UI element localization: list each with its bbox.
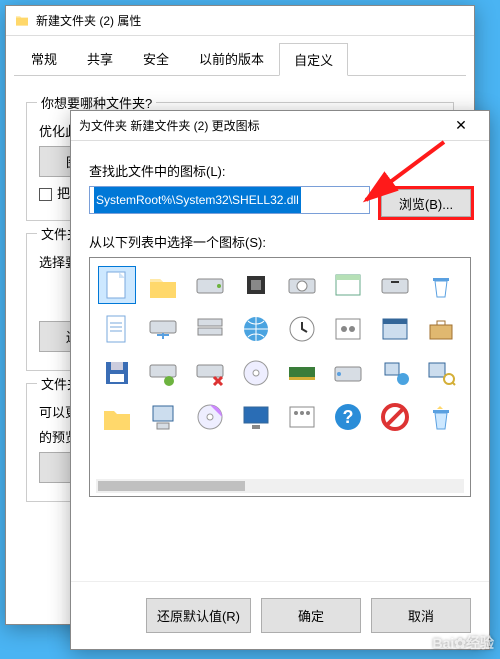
- watermark: Bai✿经验: [432, 633, 494, 653]
- icon-recycle-full[interactable]: [422, 398, 460, 436]
- cancel-button[interactable]: 取消: [371, 598, 471, 633]
- svg-text:?: ?: [343, 407, 354, 427]
- dialog-footer: 还原默认值(R) 确定 取消: [71, 581, 489, 649]
- close-icon[interactable]: ✕: [441, 112, 481, 140]
- icon-floppy-drive[interactable]: [376, 266, 414, 304]
- icon-monitor[interactable]: [237, 398, 275, 436]
- ok-button[interactable]: 确定: [261, 598, 361, 633]
- icon-hdd[interactable]: [191, 266, 229, 304]
- icon-listbox[interactable]: ?: [89, 257, 471, 497]
- browse-button[interactable]: 浏览(B)...: [381, 189, 471, 217]
- restore-default-button[interactable]: 还原默认值(R): [146, 598, 251, 633]
- icon-cd2[interactable]: [191, 398, 229, 436]
- tab-previous[interactable]: 以前的版本: [184, 42, 279, 75]
- icon-find-pc[interactable]: [422, 354, 460, 392]
- icon-no[interactable]: [376, 398, 414, 436]
- icon-app-window[interactable]: [329, 266, 367, 304]
- icon-panel[interactable]: [283, 398, 321, 436]
- apply-subfolders-checkbox[interactable]: [39, 188, 52, 201]
- icon-net-pc[interactable]: [376, 354, 414, 392]
- properties-titlebar: 新建文件夹 (2) 属性: [6, 6, 474, 36]
- icon-briefcase[interactable]: [422, 310, 460, 348]
- icon-exe[interactable]: [376, 310, 414, 348]
- tab-share[interactable]: 共享: [72, 42, 128, 75]
- tab-security[interactable]: 安全: [128, 42, 184, 75]
- horizontal-scrollbar[interactable]: [96, 479, 464, 493]
- tab-general[interactable]: 常规: [16, 42, 72, 75]
- icon-folder2[interactable]: [98, 398, 136, 436]
- icon-folder[interactable]: [144, 266, 182, 304]
- dialog-titlebar: 为文件夹 新建文件夹 (2) 更改图标 ✕: [71, 111, 489, 141]
- folder-icon: [14, 13, 30, 29]
- icon-net-x[interactable]: [191, 354, 229, 392]
- icon-cd-drive[interactable]: [283, 266, 321, 304]
- icon-ram[interactable]: [283, 354, 321, 392]
- icon-chip[interactable]: [237, 266, 275, 304]
- browse-highlight: 浏览(B)...: [378, 186, 474, 220]
- icon-net-drive2[interactable]: [144, 354, 182, 392]
- tab-bar: 常规 共享 安全 以前的版本 自定义: [6, 36, 474, 75]
- icon-net-drive[interactable]: [144, 310, 182, 348]
- icon-cd[interactable]: [237, 354, 275, 392]
- icon-floppy[interactable]: [98, 354, 136, 392]
- icon-drives[interactable]: [191, 310, 229, 348]
- icon-list-label: 从以下列表中选择一个图标(S):: [89, 232, 471, 251]
- icon-globe[interactable]: [237, 310, 275, 348]
- icon-settings[interactable]: [329, 310, 367, 348]
- properties-title: 新建文件夹 (2) 属性: [36, 12, 466, 29]
- icon-path-input[interactable]: SystemRoot%\System32\SHELL32.dll: [89, 186, 370, 214]
- dialog-title: 为文件夹 新建文件夹 (2) 更改图标: [79, 117, 441, 134]
- tab-customize[interactable]: 自定义: [279, 43, 348, 76]
- icon-clock[interactable]: [283, 310, 321, 348]
- icon-pc[interactable]: [144, 398, 182, 436]
- icon-recycle[interactable]: [422, 266, 460, 304]
- change-icon-dialog: 为文件夹 新建文件夹 (2) 更改图标 ✕ 查找此文件中的图标(L): Syst…: [70, 110, 490, 650]
- icon-blank-doc[interactable]: [98, 266, 136, 304]
- icon-hdd2[interactable]: [329, 354, 367, 392]
- icon-text-doc[interactable]: [98, 310, 136, 348]
- icon-help[interactable]: ?: [329, 398, 367, 436]
- lookup-label: 查找此文件中的图标(L):: [89, 161, 471, 180]
